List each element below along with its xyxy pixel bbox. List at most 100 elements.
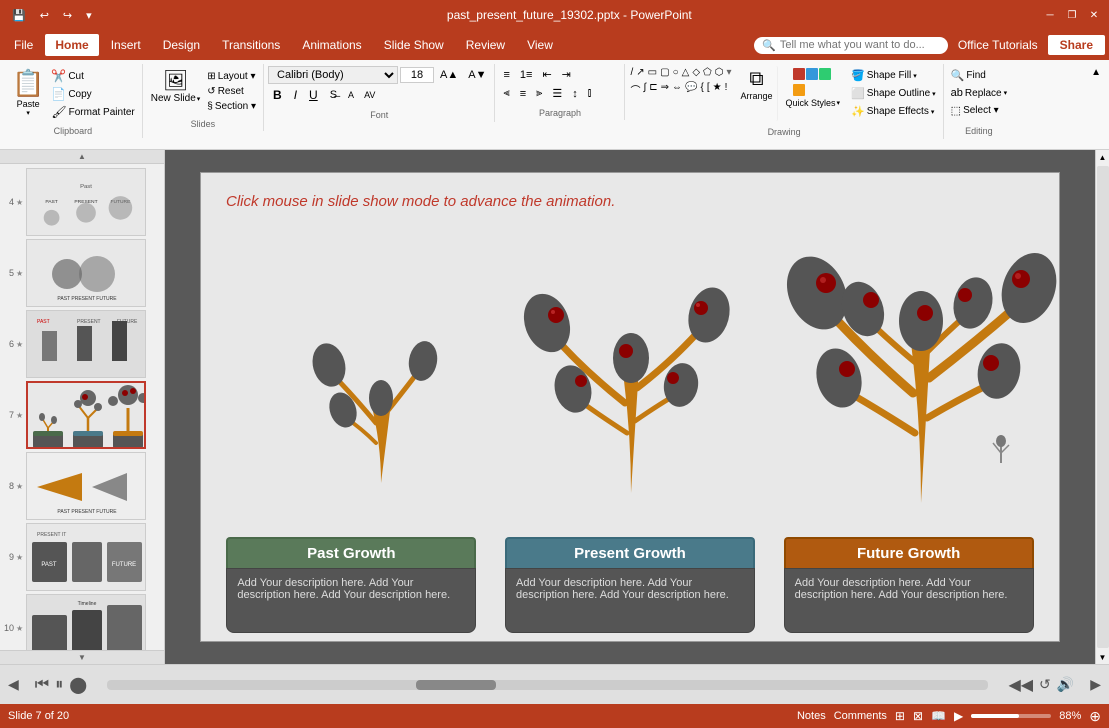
loop-btn[interactable]: ↺: [1039, 676, 1051, 693]
zoom-level[interactable]: 88%: [1059, 710, 1081, 722]
slide-thumb-6[interactable]: 6 ★ PAST PRESENT FUTURE: [2, 310, 162, 378]
shape-fill-button[interactable]: 🪣Shape Fill▾: [848, 68, 939, 83]
menu-file[interactable]: File: [4, 34, 43, 56]
arrange-button[interactable]: ⧉ Arrange: [736, 66, 777, 121]
share-button[interactable]: Share: [1048, 35, 1105, 55]
slide-thumb-5[interactable]: 5 ★ PAST PRESENT FUTURE: [2, 239, 162, 307]
shape-block-arrow[interactable]: ⇒: [660, 81, 670, 98]
play-indicator[interactable]: ⬤: [69, 675, 87, 695]
bold-button[interactable]: B: [268, 86, 287, 104]
horizontal-scrollbar[interactable]: [107, 680, 988, 690]
menu-slideshow[interactable]: Slide Show: [374, 34, 454, 56]
menu-transitions[interactable]: Transitions: [212, 34, 290, 56]
view-slide-sorter-btn[interactable]: ⊠: [913, 709, 923, 723]
format-painter-button[interactable]: 🖌Format Painter: [48, 104, 137, 120]
volume-btn[interactable]: 🔊: [1057, 676, 1074, 693]
notes-btn[interactable]: Notes: [797, 710, 826, 722]
undo-qat-btn[interactable]: ↩: [36, 7, 53, 24]
quick-styles-button[interactable]: Quick Styles ▾: [782, 66, 845, 121]
line-spacing-button[interactable]: ↕: [568, 85, 582, 102]
slide-thumb-10[interactable]: 10 ★ Timeline: [2, 594, 162, 650]
align-left-button[interactable]: ⫷: [499, 85, 513, 102]
view-reading-btn[interactable]: 📖: [931, 709, 946, 723]
view-presenter-btn[interactable]: ▶: [954, 709, 963, 723]
shape-outline-button[interactable]: ⬜Shape Outline▾: [848, 86, 939, 101]
italic-button[interactable]: I: [289, 86, 302, 104]
customize-qat-btn[interactable]: ▾: [82, 7, 96, 24]
menu-home[interactable]: Home: [45, 34, 98, 56]
shape-rounded-rect[interactable]: ▢: [659, 66, 670, 79]
canvas-vscroll[interactable]: ▲ ▼: [1095, 150, 1109, 664]
shape-bang[interactable]: !: [724, 81, 729, 98]
shape-star[interactable]: ★: [712, 81, 723, 98]
font-name-select[interactable]: Calibri (Body): [268, 66, 398, 84]
columns-button[interactable]: ⫾: [584, 85, 596, 102]
menu-insert[interactable]: Insert: [101, 34, 151, 56]
menu-view[interactable]: View: [517, 34, 563, 56]
shape-curve[interactable]: ∫: [642, 81, 647, 98]
underline-button[interactable]: U: [304, 86, 323, 104]
slide-scroll-left-btn[interactable]: ◀: [4, 674, 23, 695]
bullets-button[interactable]: ≡: [499, 66, 513, 83]
panel-scroll-up[interactable]: ▲: [0, 150, 164, 164]
slide-scroll-right-btn[interactable]: ▶: [1086, 674, 1105, 695]
shape-diamond[interactable]: ◇: [691, 66, 701, 79]
new-slide-button[interactable]: 🖼 New Slide ▾: [147, 66, 205, 106]
menu-animations[interactable]: Animations: [292, 34, 371, 56]
replace-button[interactable]: abReplace▾: [948, 86, 1010, 100]
align-right-button[interactable]: ⫸: [532, 85, 546, 102]
reset-button[interactable]: ↺Reset: [204, 85, 259, 98]
shape-rect[interactable]: ▭: [647, 66, 658, 79]
zoom-slider[interactable]: [971, 714, 1051, 718]
slide-thumb-9[interactable]: 9 ★ PRESENT IT PAST FUTURE: [2, 523, 162, 591]
menu-design[interactable]: Design: [153, 34, 210, 56]
search-bar[interactable]: 🔍: [754, 37, 948, 54]
shape-brace[interactable]: {: [699, 81, 704, 98]
shape-connector[interactable]: ⊏: [648, 81, 658, 98]
shape-freeform[interactable]: ⌒: [629, 81, 641, 98]
comments-btn[interactable]: Comments: [834, 710, 887, 722]
char-spacing-button[interactable]: AV: [360, 88, 379, 102]
layout-button[interactable]: ⊞Layout ▾: [204, 70, 259, 83]
pause-btn[interactable]: ⏸: [55, 676, 63, 694]
fit-window-btn[interactable]: ⊕: [1089, 708, 1101, 725]
justify-button[interactable]: ☰: [548, 85, 566, 102]
close-btn[interactable]: ✕: [1087, 8, 1101, 22]
increase-indent-button[interactable]: ⇥: [558, 66, 575, 83]
shape-triangle[interactable]: △: [681, 66, 691, 79]
find-button[interactable]: 🔍Find: [948, 68, 1010, 83]
strikethrough-button[interactable]: S̶: [325, 87, 342, 103]
menu-review[interactable]: Review: [456, 34, 515, 56]
copy-button[interactable]: 📄Copy: [48, 86, 137, 102]
shape-effects-button[interactable]: ✨Shape Effects▾: [848, 104, 939, 119]
ribbon-collapse-btn[interactable]: ▲: [1087, 64, 1105, 80]
slide-thumb-8[interactable]: 8 ★ PAST PRESENT FUTURE: [2, 452, 162, 520]
horizontal-scrollbar-thumb[interactable]: [416, 680, 496, 690]
shape-hexagon[interactable]: ⬡: [714, 66, 725, 79]
fast-forward-btn[interactable]: ◀◀: [1008, 675, 1033, 695]
shape-callout[interactable]: 💬: [684, 81, 698, 98]
panel-scroll-down[interactable]: ▼: [0, 650, 164, 664]
shape-oval[interactable]: ○: [672, 66, 680, 79]
select-button[interactable]: ⬚Select ▾: [948, 103, 1010, 118]
shape-bracket[interactable]: [: [706, 81, 711, 98]
search-input[interactable]: [780, 39, 940, 51]
cut-button[interactable]: ✂️Cut: [48, 68, 137, 84]
minimize-btn[interactable]: ─: [1043, 8, 1057, 22]
shapes-more-btn[interactable]: ▾: [725, 66, 732, 79]
font-color-button[interactable]: A: [344, 88, 358, 102]
numbering-button[interactable]: 1≡: [516, 66, 537, 83]
view-normal-btn[interactable]: ⊞: [895, 709, 905, 723]
paste-button[interactable]: 📋 Paste ▾: [8, 66, 48, 119]
shape-line[interactable]: /: [629, 66, 634, 79]
restore-btn[interactable]: ❐: [1065, 8, 1079, 22]
vscroll-down-btn[interactable]: ▼: [1096, 650, 1109, 664]
save-qat-btn[interactable]: 💾: [8, 7, 30, 24]
font-size-input[interactable]: [400, 67, 434, 83]
shape-pentagon[interactable]: ⬠: [702, 66, 713, 79]
align-center-button[interactable]: ≡: [516, 85, 530, 102]
decrease-indent-button[interactable]: ⇤: [538, 66, 555, 83]
shape-arrow[interactable]: ↗: [635, 66, 645, 79]
font-increase-btn[interactable]: A▲: [436, 67, 462, 83]
vscroll-thumb[interactable]: [1097, 166, 1109, 648]
